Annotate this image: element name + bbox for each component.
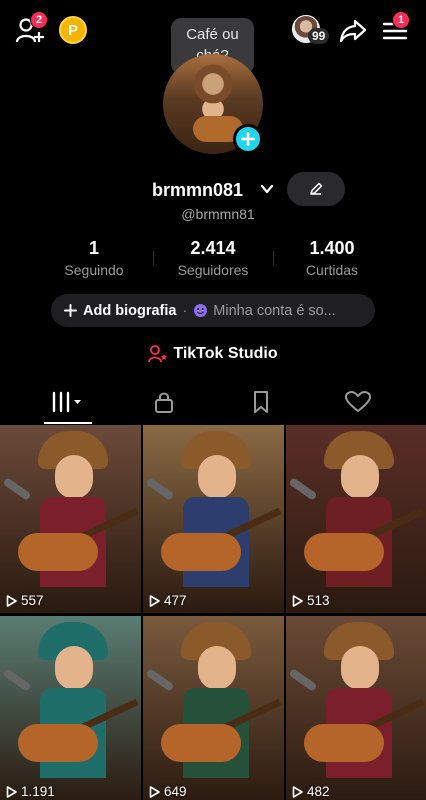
guitar-shape — [161, 724, 241, 762]
stats-divider — [153, 251, 154, 265]
followers-label: Seguidores — [177, 262, 249, 278]
bio-separator: · — [182, 302, 188, 319]
guitar-shape — [304, 724, 384, 762]
view-count: 477 — [149, 593, 187, 608]
video-thumbnail[interactable]: 1.191 — [0, 616, 141, 800]
share-button[interactable] — [338, 17, 368, 45]
coin-icon[interactable]: P — [59, 16, 87, 44]
view-count-text: 482 — [307, 784, 330, 799]
share-icon — [339, 19, 367, 43]
face-shape — [55, 455, 93, 499]
view-count: 1.191 — [6, 784, 55, 799]
play-icon — [6, 785, 17, 798]
user-handle: @brmmn81 — [181, 206, 255, 222]
stat-following[interactable]: 1 Seguindo — [39, 237, 149, 280]
menu-badge: 1 — [392, 11, 410, 29]
username[interactable]: brmmn081 — [152, 178, 243, 202]
view-count-text: 513 — [307, 593, 330, 608]
play-icon — [149, 785, 160, 798]
view-count: 513 — [292, 593, 330, 608]
profile-viewers-button[interactable]: 99 — [292, 15, 330, 45]
stats-divider — [273, 251, 274, 265]
view-count: 482 — [292, 784, 330, 799]
bio-bar[interactable]: Add biografia · Minha conta é so... — [51, 294, 375, 327]
stat-followers[interactable]: 2.414 Seguidores — [158, 237, 268, 280]
profile-tabs — [0, 380, 426, 424]
grid-icon — [52, 391, 81, 413]
stats-row: 1 Seguindo 2.414 Seguidores 1.400 Curtid… — [0, 237, 426, 281]
face-shape — [198, 455, 236, 499]
video-thumbnail[interactable]: 513 — [286, 425, 426, 613]
play-icon — [292, 594, 303, 607]
following-label: Seguindo — [64, 262, 124, 278]
smile-icon — [194, 304, 208, 317]
username-row: brmmn081 — [0, 178, 426, 204]
likes-label: Curtidas — [305, 262, 359, 278]
view-count: 649 — [149, 784, 187, 799]
account-type-text[interactable]: Minha conta é so... — [213, 303, 336, 319]
viewers-count: 99 — [308, 28, 330, 44]
studio-user-icon — [148, 345, 168, 363]
heart-icon — [345, 391, 371, 412]
plus-icon — [241, 132, 255, 146]
pencil-icon — [310, 182, 323, 195]
tab-liked[interactable] — [305, 380, 411, 424]
bookmark-icon — [254, 391, 268, 413]
add-story-button[interactable] — [233, 124, 263, 154]
view-count-text: 557 — [21, 593, 44, 608]
face-shape — [55, 646, 93, 690]
add-bio-label[interactable]: Add biografia — [83, 303, 176, 319]
face-shape — [198, 646, 236, 690]
view-count-text: 477 — [164, 593, 187, 608]
video-thumbnail[interactable]: 649 — [143, 616, 284, 800]
video-thumbnail[interactable]: 557 — [0, 425, 141, 613]
view-count-text: 1.191 — [21, 784, 55, 799]
video-thumbnail[interactable]: 482 — [286, 616, 426, 800]
guitar-shape — [161, 533, 241, 571]
lock-icon — [155, 392, 173, 413]
stat-likes[interactable]: 1.400 Curtidas — [277, 237, 387, 280]
view-count-text: 649 — [164, 784, 187, 799]
guitar-shape — [304, 533, 384, 571]
guitar-shape — [18, 533, 98, 571]
following-count: 1 — [88, 238, 99, 258]
tiktok-studio-button[interactable]: TikTok Studio — [0, 342, 426, 366]
followers-count: 2.414 — [190, 238, 236, 258]
tiktok-studio-label: TikTok Studio — [173, 345, 278, 362]
edit-profile-button[interactable] — [287, 172, 345, 206]
view-count: 557 — [6, 593, 44, 608]
active-tab-indicator — [44, 422, 92, 424]
plus-icon — [64, 304, 77, 317]
tab-saved[interactable] — [208, 380, 314, 424]
tab-videos[interactable] — [14, 380, 120, 424]
video-thumbnail[interactable]: 477 — [143, 425, 284, 613]
video-grid: 557 477 513 1.191 649 482 — [0, 425, 426, 800]
face-shape — [341, 646, 379, 690]
likes-count: 1.400 — [309, 238, 355, 258]
add-friends-badge: 2 — [30, 11, 48, 29]
face-shape — [341, 455, 379, 499]
play-icon — [292, 785, 303, 798]
tab-private[interactable] — [111, 380, 217, 424]
chevron-down-icon[interactable] — [259, 181, 275, 197]
play-icon — [6, 594, 17, 607]
guitar-shape — [18, 724, 98, 762]
play-icon — [149, 594, 160, 607]
